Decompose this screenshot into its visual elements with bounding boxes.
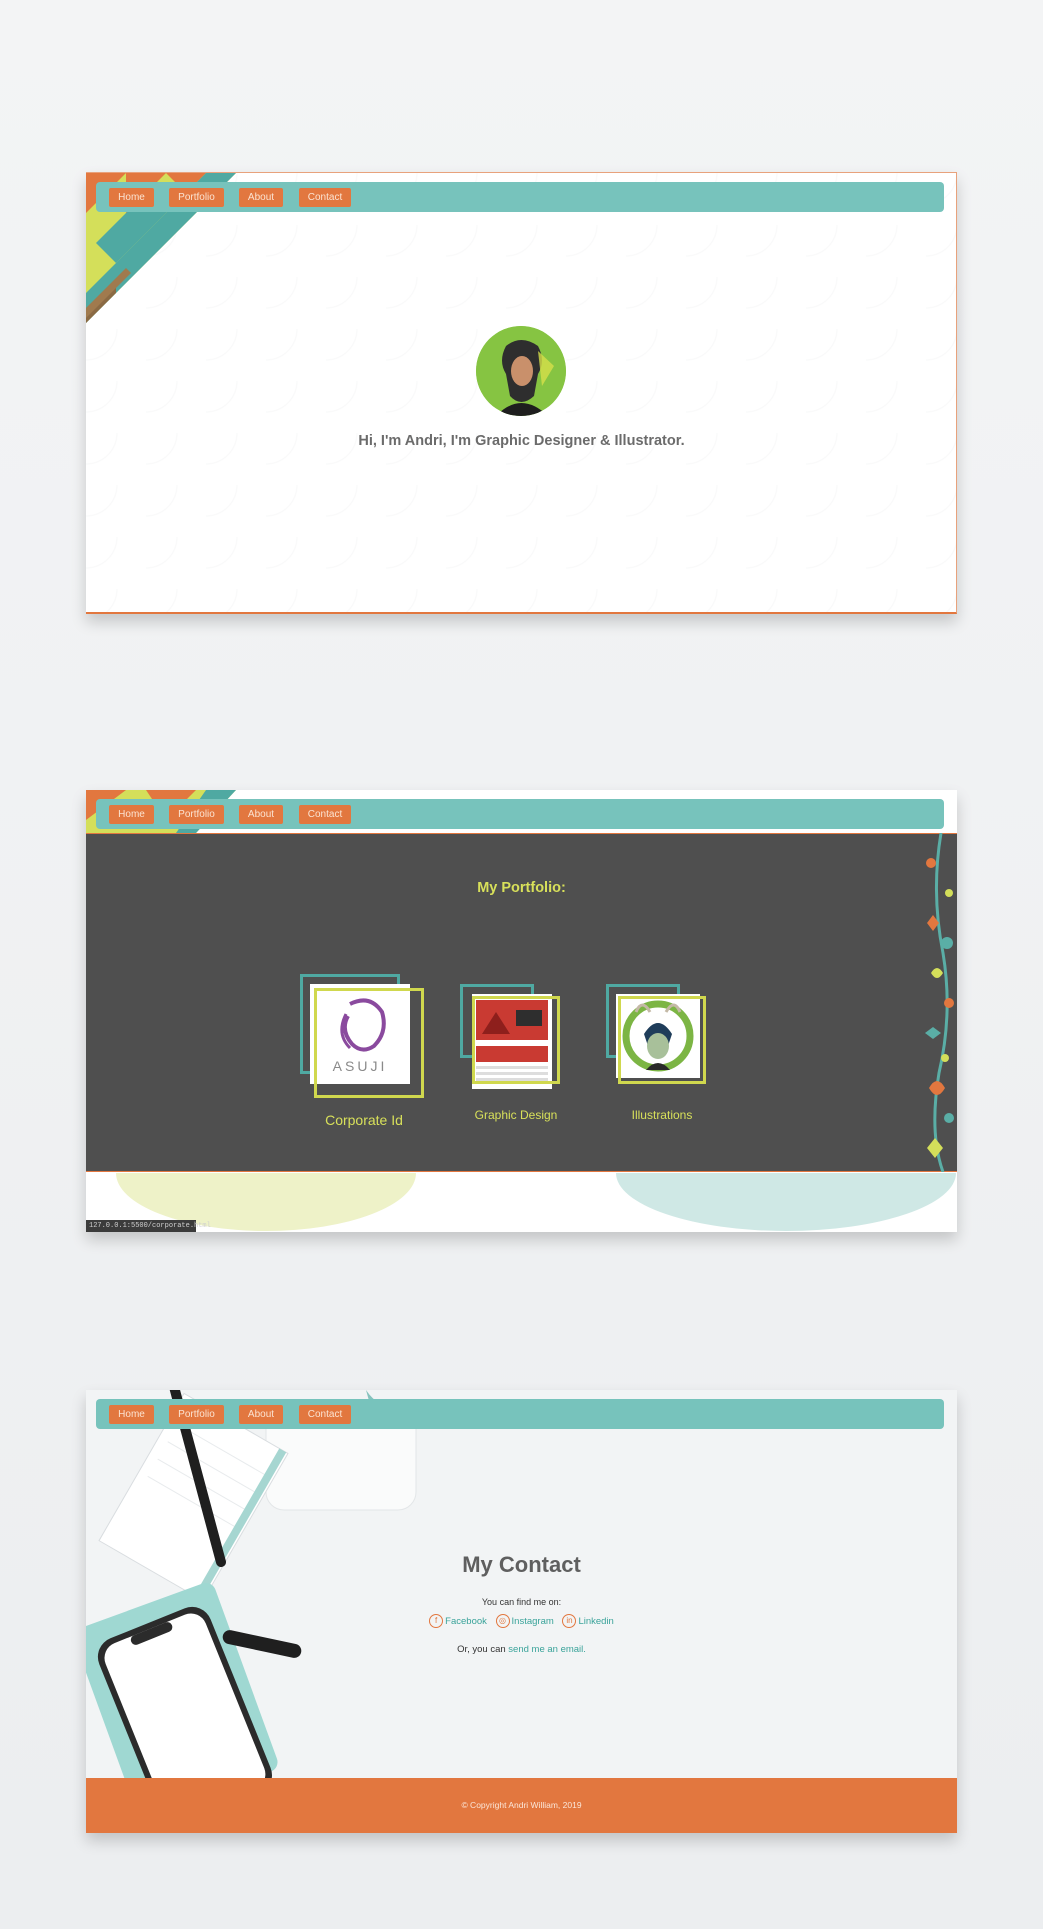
social-links: f Facebook ◎ Instagram in Linkedin (86, 1614, 957, 1628)
email-prefix-text: Or, you can (457, 1644, 506, 1655)
nav-contact-button[interactable]: Contact (299, 188, 351, 207)
send-email-link[interactable]: send me an email. (508, 1644, 586, 1655)
nav-contact-button[interactable]: Contact (299, 1405, 351, 1424)
navbar: Home Portfolio About Contact (96, 799, 944, 829)
nav-home-button[interactable]: Home (109, 805, 154, 824)
portfolio-screenshot: Home Portfolio About Contact My Portfoli… (86, 790, 957, 1232)
profile-avatar (476, 326, 566, 416)
nav-home-button[interactable]: Home (109, 1405, 154, 1424)
nav-about-button[interactable]: About (239, 805, 283, 824)
facebook-link-label: Facebook (445, 1615, 487, 1627)
instagram-link-label: Instagram (511, 1615, 554, 1627)
linkedin-link[interactable]: in Linkedin (562, 1614, 614, 1628)
email-line: Or, you can send me an email. (86, 1644, 957, 1655)
portfolio-item-illustrations[interactable]: Illustrations (606, 984, 718, 1124)
portfolio-item-graphic-design[interactable]: Graphic Design (460, 984, 572, 1124)
navbar: Home Portfolio About Contact (96, 182, 944, 212)
nav-portfolio-button[interactable]: Portfolio (169, 188, 224, 207)
linkedin-icon: in (562, 1614, 577, 1628)
tile-frame (472, 996, 560, 1084)
desk-background (86, 1390, 957, 1826)
portfolio-item-label: Graphic Design (474, 1108, 558, 1122)
nav-home-button[interactable]: Home (109, 188, 154, 207)
tile-frame (618, 996, 706, 1084)
copyright-text: © Copyright Andri William, 2019 (461, 1800, 582, 1810)
navbar: Home Portfolio About Contact (96, 1399, 944, 1429)
desk-illustration (86, 1390, 446, 1826)
contact-title: My Contact (462, 1552, 581, 1577)
footer: © Copyright Andri William, 2019 (86, 1778, 957, 1833)
facebook-link[interactable]: f Facebook (429, 1614, 487, 1628)
find-me-text: You can find me on: (481, 1597, 562, 1607)
nav-about-button[interactable]: About (239, 1405, 283, 1424)
hero-intro-text: Hi, I'm Andri, I'm Graphic Designer & Il… (358, 433, 685, 449)
portfolio-title: My Portfolio: (477, 880, 566, 896)
portfolio-item-label: Illustrations (631, 1108, 693, 1122)
tile-frame (314, 988, 424, 1098)
browser-status-url: 127.0.0.1:5500/corporate.html (86, 1220, 211, 1232)
nav-portfolio-button[interactable]: Portfolio (169, 1405, 224, 1424)
contact-screenshot: Home Portfolio About Contact My Contact … (86, 1390, 957, 1833)
nav-portfolio-button[interactable]: Portfolio (169, 805, 224, 824)
home-screenshot: Home Portfolio About Contact Hi, I'm And… (86, 172, 957, 614)
portfolio-item-corporate-id[interactable]: ASUJI Corporate Id (300, 974, 430, 1134)
nav-about-button[interactable]: About (239, 188, 283, 207)
bottom-circles-decoration (116, 1173, 956, 1231)
instagram-icon: ◎ (495, 1614, 510, 1628)
instagram-link[interactable]: ◎ Instagram (495, 1614, 554, 1628)
linkedin-link-label: Linkedin (578, 1615, 614, 1627)
nav-contact-button[interactable]: Contact (299, 805, 351, 824)
facebook-icon: f (429, 1614, 444, 1628)
portfolio-item-label: Corporate Id (325, 1112, 403, 1128)
